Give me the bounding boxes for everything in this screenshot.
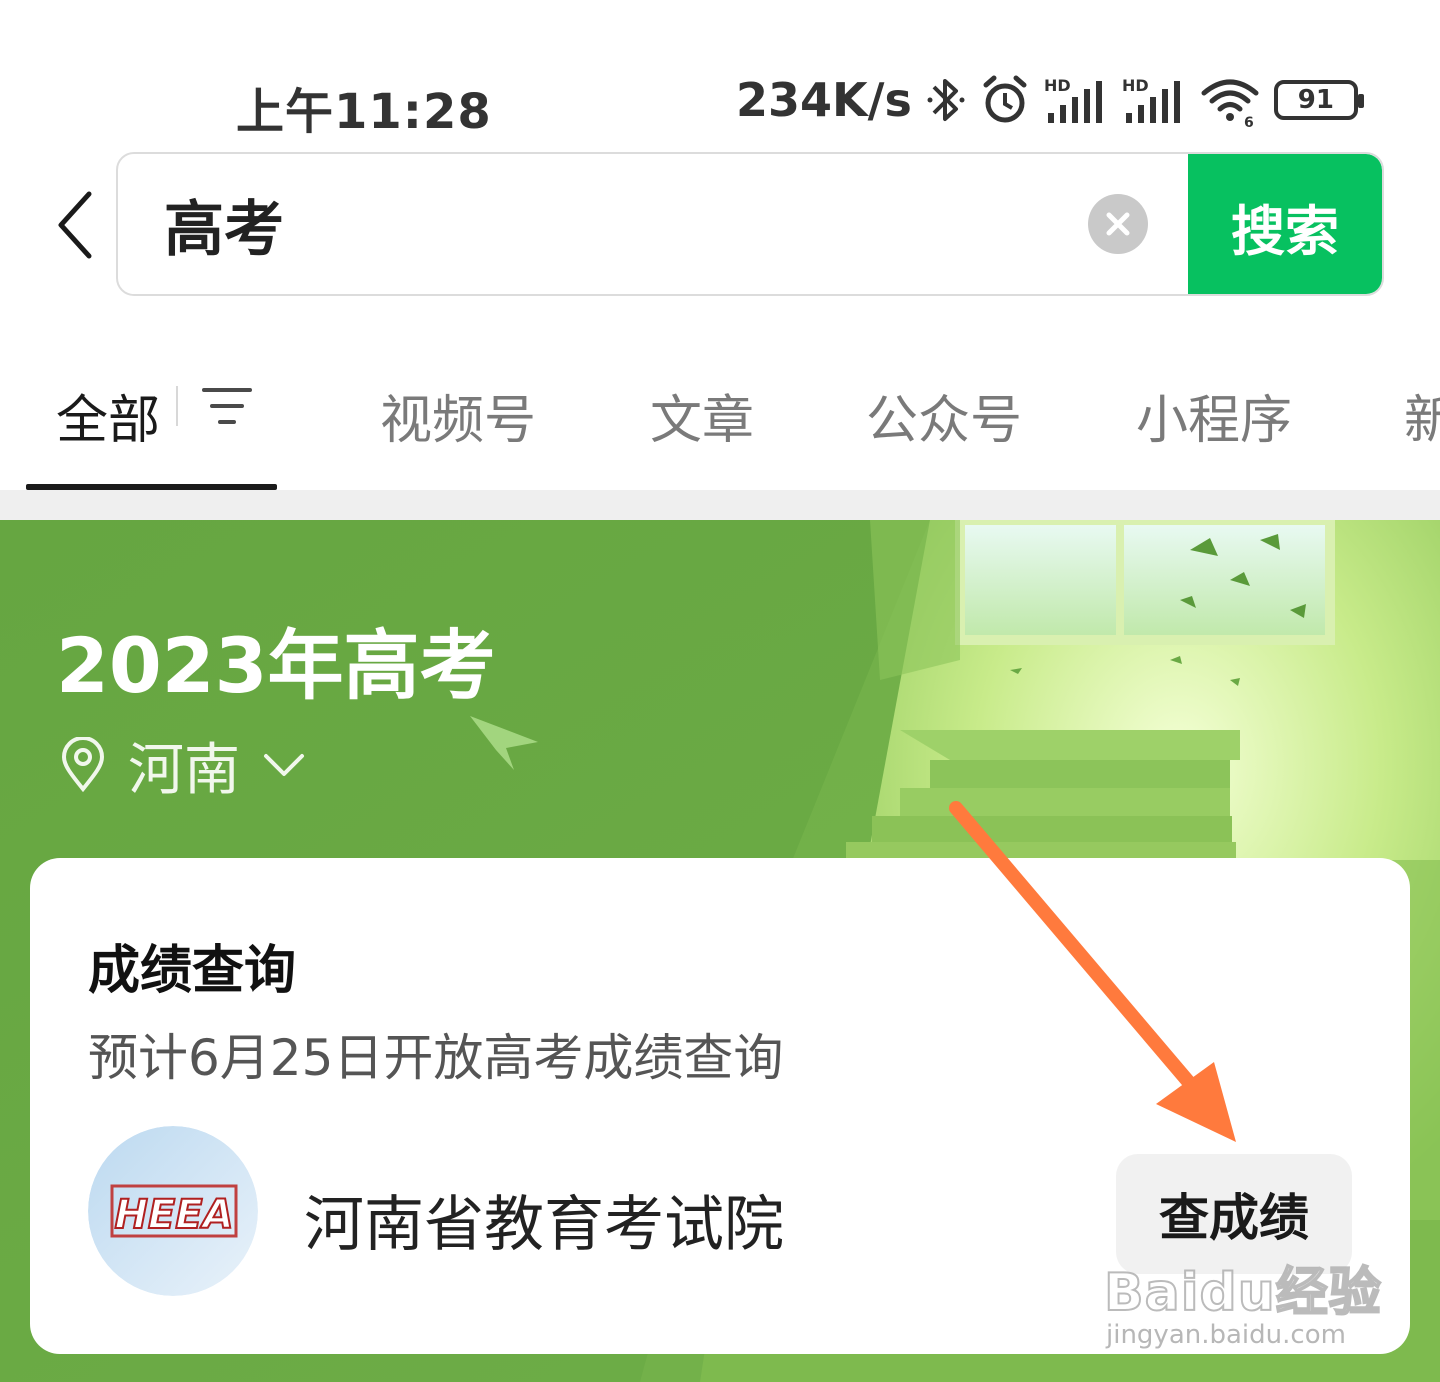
tab-all[interactable]: 全部 <box>56 378 160 453</box>
card-title: 成绩查询 <box>88 941 297 1001</box>
alarm-icon <box>980 73 1030 127</box>
status-indicators: 234K/s HD HD 6 91 <box>736 70 1364 130</box>
tab-divider <box>176 386 178 426</box>
org-name[interactable]: 河南省教育考试院 <box>304 1176 784 1263</box>
filter-button[interactable] <box>200 382 254 432</box>
tab-mini-programs[interactable]: 小程序 <box>1136 378 1292 453</box>
heea-logo: HEEA <box>88 1126 258 1296</box>
chevron-down-icon <box>264 754 304 776</box>
search-input[interactable] <box>164 154 1064 294</box>
tab-channels[interactable]: 视频号 <box>380 378 536 453</box>
check-score-button[interactable]: 查成绩 <box>1116 1154 1352 1274</box>
svg-text:HD: HD <box>1122 76 1149 95</box>
card-subtitle: 预计6月25日开放高考成绩查询 <box>88 1029 784 1087</box>
search-button[interactable]: 搜索 <box>1188 154 1382 294</box>
banner-title: 2023年高考 <box>56 621 496 710</box>
category-tabs: 全部 视频号 文章 公众号 小程序 新 <box>0 340 1440 490</box>
hd-signal-icon: HD <box>1122 73 1186 127</box>
back-button[interactable] <box>40 180 110 270</box>
chevron-left-icon <box>58 191 92 259</box>
hd-signal-icon: HD <box>1044 73 1108 127</box>
bluetooth-icon <box>926 73 966 127</box>
tab-official-accounts[interactable]: 公众号 <box>866 378 1022 453</box>
org-logo-text: HEEA <box>114 1192 233 1238</box>
clear-search-button[interactable] <box>1088 194 1148 254</box>
org-avatar[interactable]: HEEA <box>88 1126 258 1296</box>
battery-icon: 91 <box>1273 80 1364 120</box>
wifi-icon: 6 <box>1200 73 1260 127</box>
search-box: 搜索 <box>116 152 1384 296</box>
svg-text:HD: HD <box>1044 76 1071 95</box>
status-time: 上午11:28 <box>236 84 492 140</box>
status-bar: 上午11:28 234K/s HD HD 6 91 <box>0 0 1440 150</box>
network-speed: 234K/s <box>736 73 912 127</box>
filter-icon <box>202 388 252 424</box>
section-separator <box>0 490 1440 520</box>
location-label: 河南 <box>128 737 240 803</box>
location-pin-icon <box>61 737 105 793</box>
close-icon <box>1106 212 1130 236</box>
location-selector[interactable]: 河南 <box>60 730 306 803</box>
tab-news[interactable]: 新 <box>1404 378 1440 453</box>
tab-articles[interactable]: 文章 <box>650 378 754 453</box>
score-query-card: 成绩查询 预计6月25日开放高考成绩查询 HEEA 河南省教育考试院 查成绩 <box>30 858 1410 1354</box>
svg-text:6: 6 <box>1244 115 1254 127</box>
